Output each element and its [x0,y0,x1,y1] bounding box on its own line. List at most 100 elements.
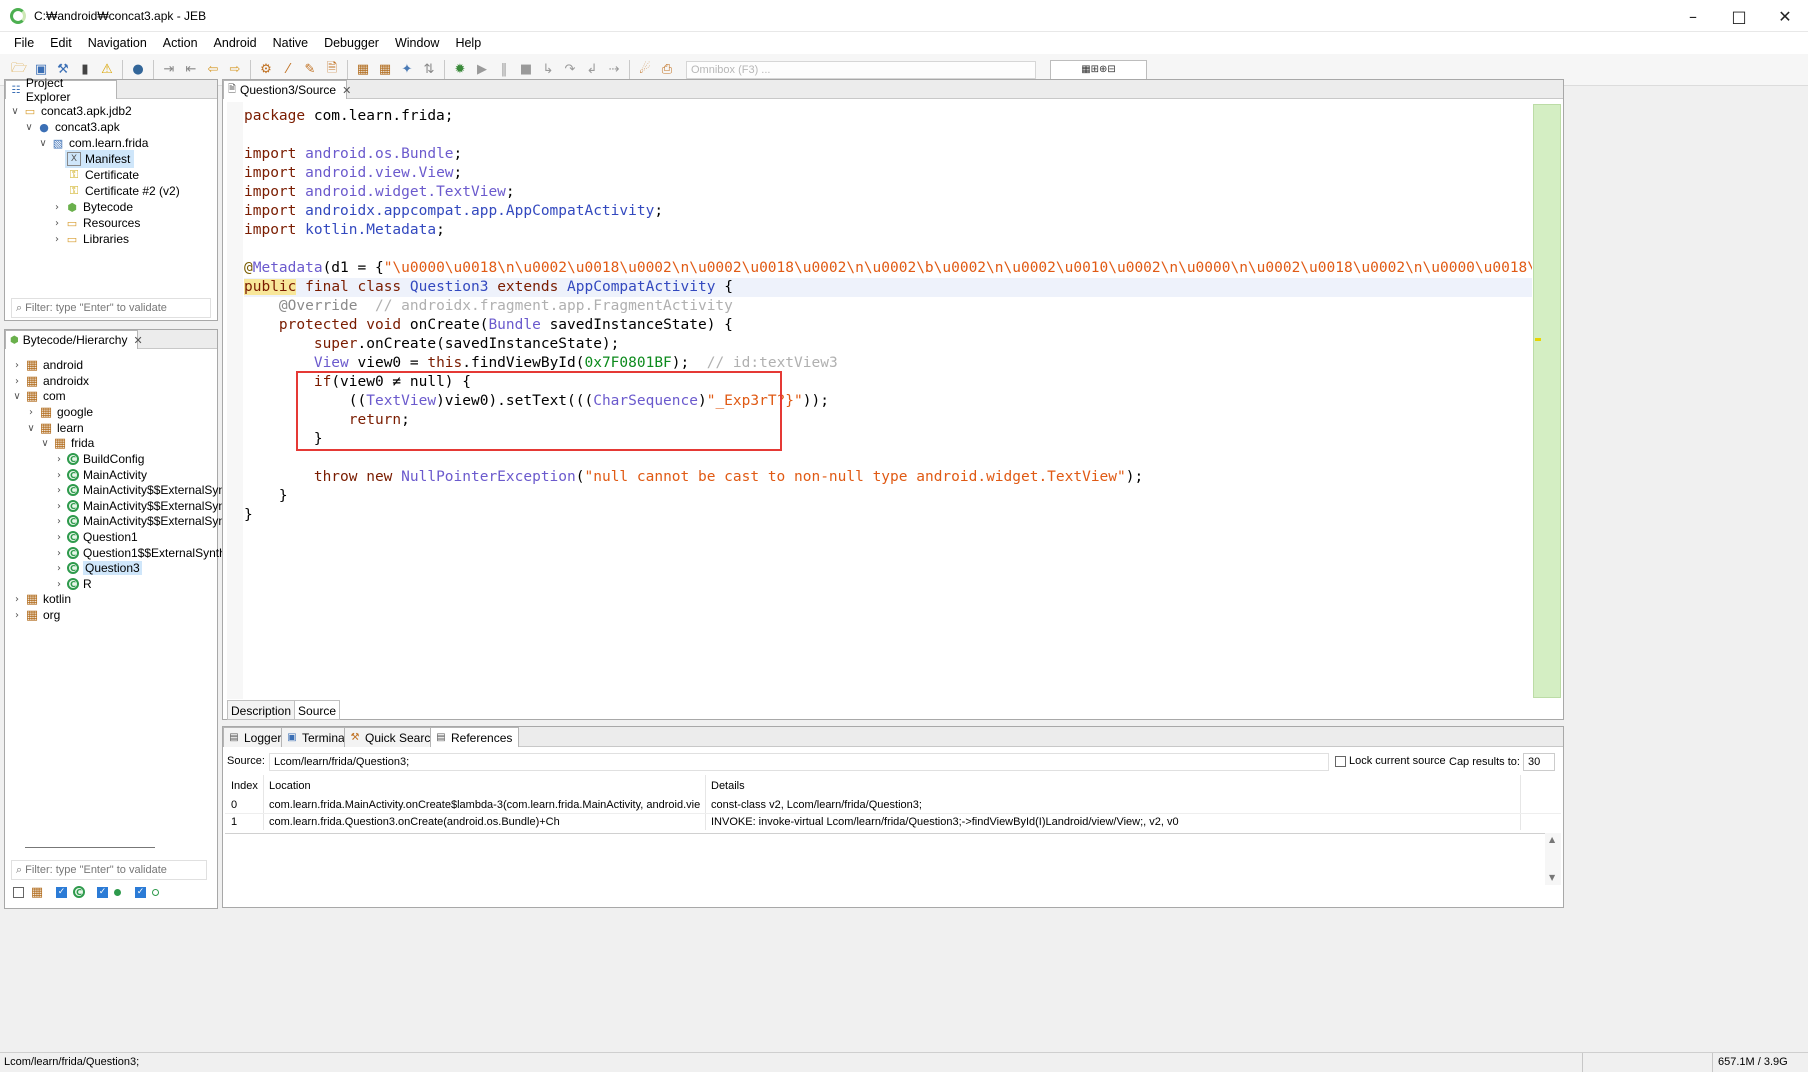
quick-search-icon: ⚒ [350,732,360,743]
tab-logger[interactable]: ▤ Logger [223,727,289,747]
code-line-import-1: import android.os.Bundle; [244,146,463,162]
bottom-tabbar: ▤ Logger ▣ Terminal ⚒ Quick Search ▤ Referen… [223,727,1563,747]
debug-icon[interactable]: ✹ [449,59,471,81]
close-icon[interactable]: ✕ [133,334,142,347]
vertical-scrollbar[interactable]: ▲ ▼ [1545,833,1561,885]
packages-icon[interactable]: ▦ [374,59,396,81]
class-icon: C [67,578,79,590]
document-icon[interactable]: 🗎 [321,59,343,81]
stop-icon[interactable]: ■ [515,59,537,81]
menu-navigation[interactable]: Navigation [80,32,155,54]
col-header-index[interactable]: Index [231,777,258,795]
lock-source-checkbox[interactable]: Lock current source [1335,755,1446,767]
jump-back-icon[interactable]: ⇤ [180,59,202,81]
step-into-icon[interactable]: ↳ [537,59,559,81]
tree-label: org [43,608,61,622]
tree-label: frida [71,436,95,450]
android-package-icon: ▧ [52,136,64,150]
script-icon[interactable]: ⎙ [656,59,678,81]
omnibox-input[interactable]: Omnibox (F3) ... [686,60,1036,79]
menu-edit[interactable]: Edit [42,32,80,54]
tab-project-explorer[interactable]: ☷ Project Explorer [5,76,117,104]
package-icon[interactable]: ▦ [352,59,374,81]
col-header-details[interactable]: Details [711,777,745,795]
minimize-button[interactable]: – [1670,0,1716,32]
rename-icon[interactable]: ✎ [299,59,321,81]
perspective-switcher[interactable]: ▦⊞⊕⊟ [1050,59,1147,80]
menu-android[interactable]: Android [206,32,265,54]
step-over-icon[interactable]: ↷ [559,59,581,81]
code-token: } [244,507,253,523]
checkbox-checked[interactable]: ✓ [56,886,67,898]
step-out-icon[interactable]: ↲ [581,59,603,81]
project-filter-input[interactable]: ⌕ Filter: type "Enter" to validate [11,298,211,318]
forward-arrow-icon[interactable]: ⇨ [224,59,246,81]
tree-label: Certificate #2 (v2) [85,184,180,198]
source-code-view[interactable]: package com.learn.frida; import android.… [244,104,1532,700]
menu-action[interactable]: Action [155,32,206,54]
cap-results-input[interactable]: 30 [1523,753,1555,771]
source-label: Source: [227,755,265,767]
menu-window[interactable]: Window [387,32,447,54]
close-button[interactable]: ✕ [1762,0,1808,32]
tab-question3-source[interactable]: 🗎 Question3/Source ✕ [223,80,351,99]
tree-label: Manifest [85,152,131,166]
run-to-cursor-icon[interactable]: ⇢ [603,59,625,81]
hierarchy-filter-input[interactable]: ⌕ Filter: type "Enter" to validate [11,860,207,880]
run-icon[interactable]: ▶ [471,59,493,81]
tab-label: Project Explorer [25,76,71,104]
menu-debugger[interactable]: Debugger [316,32,387,54]
globe-icon[interactable]: ● [127,59,149,81]
tab-description[interactable]: Description [227,700,296,720]
code-token: View [313,355,349,371]
tab-source[interactable]: Source [295,700,341,720]
maximize-button[interactable]: □ [1716,0,1762,32]
tab-bytecode-hierarchy[interactable]: ⬢ Bytecode/Hierarchy ✕ [5,330,143,349]
memory-usage[interactable]: 657.1M / 3.9G [1718,1056,1788,1068]
tab-label: Bytecode/Hierarchy [22,333,128,347]
menu-help[interactable]: Help [447,32,489,54]
scroll-down-icon[interactable]: ▼ [1549,873,1555,882]
class-icon: C [67,453,79,465]
menu-file[interactable]: File [6,32,42,54]
pause-icon[interactable]: ‖ [493,59,515,81]
graph-icon[interactable]: ✦ [396,59,418,81]
table-cell-location[interactable]: com.learn.frida.MainActivity.onCreate$la… [269,796,701,814]
code-token: androidx.appcompat.app.AppCompatActivity [305,203,655,219]
code-token: Metadata [252,260,323,276]
tree-label-selected: Question3 [83,561,142,575]
checkbox-unchecked[interactable] [1335,755,1346,767]
tree-label: Certificate [85,168,140,182]
tab-references[interactable]: ▤ References [430,727,520,747]
filter-placeholder: Filter: type "Enter" to validate [25,302,167,314]
jump-icon[interactable]: ⇥ [158,59,180,81]
jeb-app-icon [10,7,26,24]
back-arrow-icon[interactable]: ⇦ [202,59,224,81]
ruler-marker[interactable] [1535,338,1541,341]
code-token: ); [1125,469,1144,485]
plugin-icon[interactable]: ☄ [634,59,656,81]
decompile-icon[interactable]: ⚙ [255,59,277,81]
checkbox-checked[interactable]: ✓ [97,886,108,898]
code-token: NullPointerException [401,469,576,485]
table-cell-location[interactable]: com.learn.frida.Question3.onCreate(andro… [269,813,701,831]
code-line-import-4: import androidx.appcompat.app.AppCompatA… [244,203,664,219]
checkbox-checked[interactable]: ✓ [135,886,146,898]
xref-icon[interactable]: ⇅ [418,59,440,81]
hierarchy-filter-options: ▦ ✓ C ✓ ✓ [13,885,159,900]
source-field[interactable]: Lcom/learn/frida/Question3; [269,753,1329,771]
horizontal-scrollbar[interactable] [25,847,155,848]
close-icon[interactable]: ✕ [342,84,351,97]
class-icon: C [67,469,79,481]
scroll-up-icon[interactable]: ▲ [1549,835,1555,844]
code-token: protected void [278,317,402,333]
tree-item-libraries[interactable]: › ▭ Libraries [51,230,129,248]
code-token: kotlin.Metadata [305,222,437,238]
checkbox-unchecked[interactable] [13,886,24,898]
col-header-location[interactable]: Location [269,777,311,795]
overview-ruler[interactable] [1533,104,1561,698]
tree-item-org[interactable]: › ▦ org [11,606,60,624]
code-token: AppCompatActivity [567,279,716,295]
menu-native[interactable]: Native [265,32,316,54]
comment-icon[interactable]: ⁄ [277,59,299,81]
